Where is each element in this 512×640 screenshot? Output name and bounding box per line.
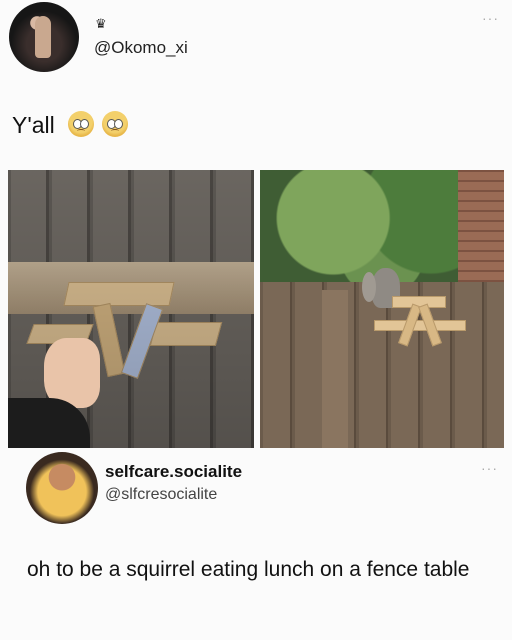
more-options-icon[interactable]: ··· bbox=[482, 10, 499, 26]
post-images bbox=[8, 170, 504, 448]
reply-handle[interactable]: @slfcresocialite bbox=[105, 486, 217, 504]
reply-text: oh to be a squirrel eating lunch on a fe… bbox=[27, 558, 470, 581]
reply-avatar[interactable] bbox=[26, 452, 98, 524]
crown-icon: ♛ bbox=[95, 16, 107, 31]
pleading-face-icon bbox=[102, 111, 128, 137]
pleading-face-icon bbox=[68, 111, 94, 137]
photo-held-table[interactable] bbox=[8, 170, 254, 448]
post-handle[interactable]: @Okomo_xi bbox=[94, 38, 188, 58]
avatar[interactable] bbox=[9, 2, 79, 72]
photo-squirrel-on-fence[interactable] bbox=[260, 170, 504, 448]
post-text: Y'all bbox=[12, 112, 55, 138]
reply-more-options-icon[interactable]: ··· bbox=[481, 460, 498, 476]
reply-display-name[interactable]: selfcare.socialite bbox=[105, 462, 242, 482]
